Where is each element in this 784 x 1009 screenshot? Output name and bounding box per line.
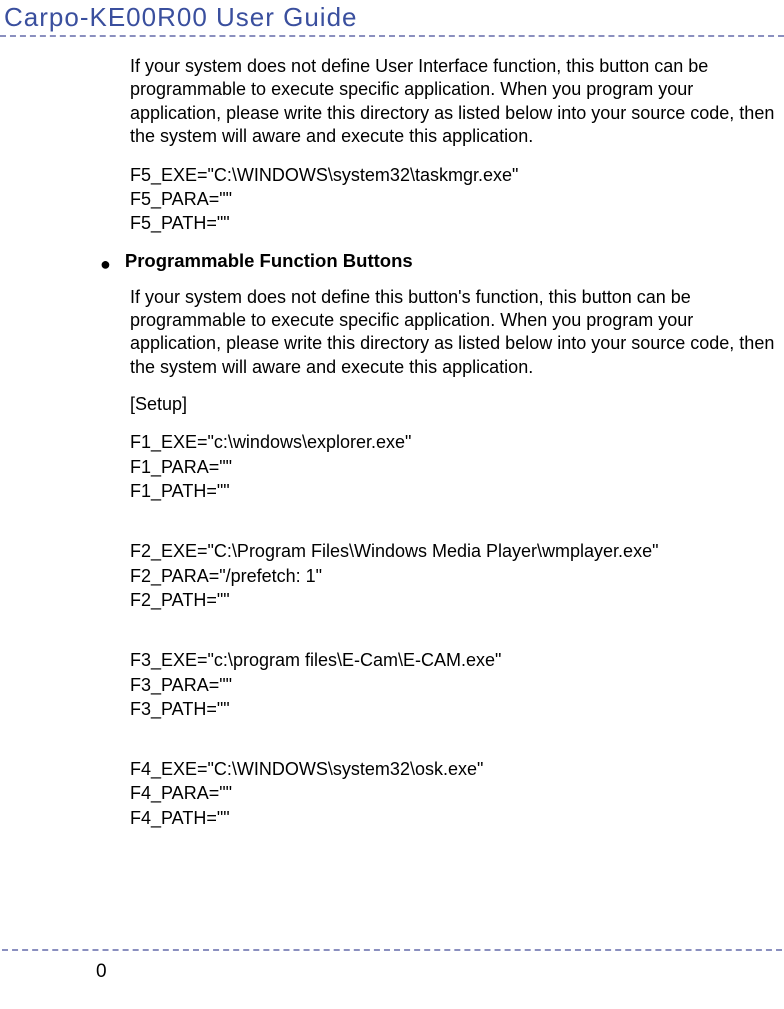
- bullet-icon: ●: [100, 255, 111, 273]
- intro-paragraph: If your system does not define User Inte…: [130, 55, 784, 149]
- f1-block: F1_EXE="c:\windows\explorer.exe" F1_PARA…: [130, 430, 784, 503]
- f2-path: F2_PATH="": [130, 588, 784, 612]
- f2-block: F2_EXE="C:\Program Files\Windows Media P…: [130, 539, 784, 612]
- section-heading: Programmable Function Buttons: [125, 249, 413, 273]
- f3-path: F3_PATH="": [130, 697, 784, 721]
- f2-exe: F2_EXE="C:\Program Files\Windows Media P…: [130, 539, 784, 563]
- section-paragraph: If your system does not define this butt…: [130, 286, 784, 380]
- f1-exe: F1_EXE="c:\windows\explorer.exe": [130, 430, 784, 454]
- f1-path: F1_PATH="": [130, 479, 784, 503]
- f3-block: F3_EXE="c:\program files\E-Cam\E-CAM.exe…: [130, 648, 784, 721]
- page-number: 0: [96, 961, 107, 983]
- f3-para: F3_PARA="": [130, 673, 784, 697]
- f4-para: F4_PARA="": [130, 781, 784, 805]
- page-title: Carpo-KE00R00 User Guide: [0, 0, 784, 37]
- f4-block: F4_EXE="C:\WINDOWS\system32\osk.exe" F4_…: [130, 757, 784, 830]
- f3-exe: F3_EXE="c:\program files\E-Cam\E-CAM.exe…: [130, 648, 784, 672]
- f5-block: F5_EXE="C:\WINDOWS\system32\taskmgr.exe"…: [130, 163, 784, 236]
- setup-label: [Setup]: [130, 393, 784, 416]
- f1-para: F1_PARA="": [130, 455, 784, 479]
- f4-exe: F4_EXE="C:\WINDOWS\system32\osk.exe": [130, 757, 784, 781]
- f4-path: F4_PATH="": [130, 806, 784, 830]
- f5-para: F5_PARA="": [130, 187, 784, 211]
- f5-exe: F5_EXE="C:\WINDOWS\system32\taskmgr.exe": [130, 163, 784, 187]
- f2-para: F2_PARA="/prefetch: 1": [130, 564, 784, 588]
- f5-path: F5_PATH="": [130, 211, 784, 235]
- footer-divider: [2, 949, 782, 951]
- document-body: If your system does not define User Inte…: [0, 37, 784, 830]
- section-bullet: ● Programmable Function Buttons: [100, 249, 784, 273]
